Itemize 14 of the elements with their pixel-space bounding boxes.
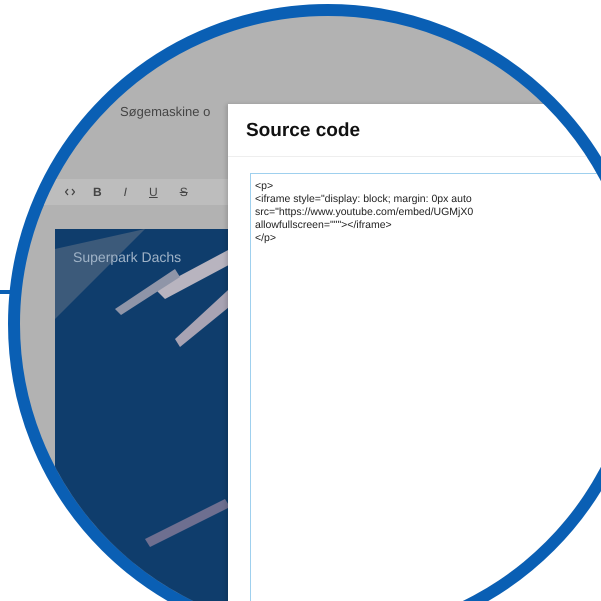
code-icon[interactable]	[65, 188, 75, 196]
video-caption: Superpark Dachs	[72, 248, 182, 265]
code-line: src="https://www.youtube.com/embed/UGMjX0	[255, 206, 474, 219]
code-line: <iframe style="display: block; margin: 0px auto	[255, 193, 473, 206]
code-line: </p>	[255, 232, 278, 245]
page-title: Søgemaskine o	[120, 104, 212, 119]
underline-button[interactable]: U	[145, 183, 162, 201]
code-line: allowfullscreen="""></iframe>	[255, 219, 393, 232]
dialog-title: Source code	[228, 104, 601, 157]
italic-button[interactable]: I	[120, 183, 132, 201]
source-code-field[interactable]: <p> <iframe style="display: block; margin: 0px auto src="https://www.youtube.com/embed/UGMjX0 allowfullscreen="""></iframe> </p>	[250, 173, 601, 601]
strike-button[interactable]: S	[176, 183, 192, 201]
code-line: <p>	[255, 180, 274, 193]
bold-button[interactable]: B	[89, 183, 106, 201]
